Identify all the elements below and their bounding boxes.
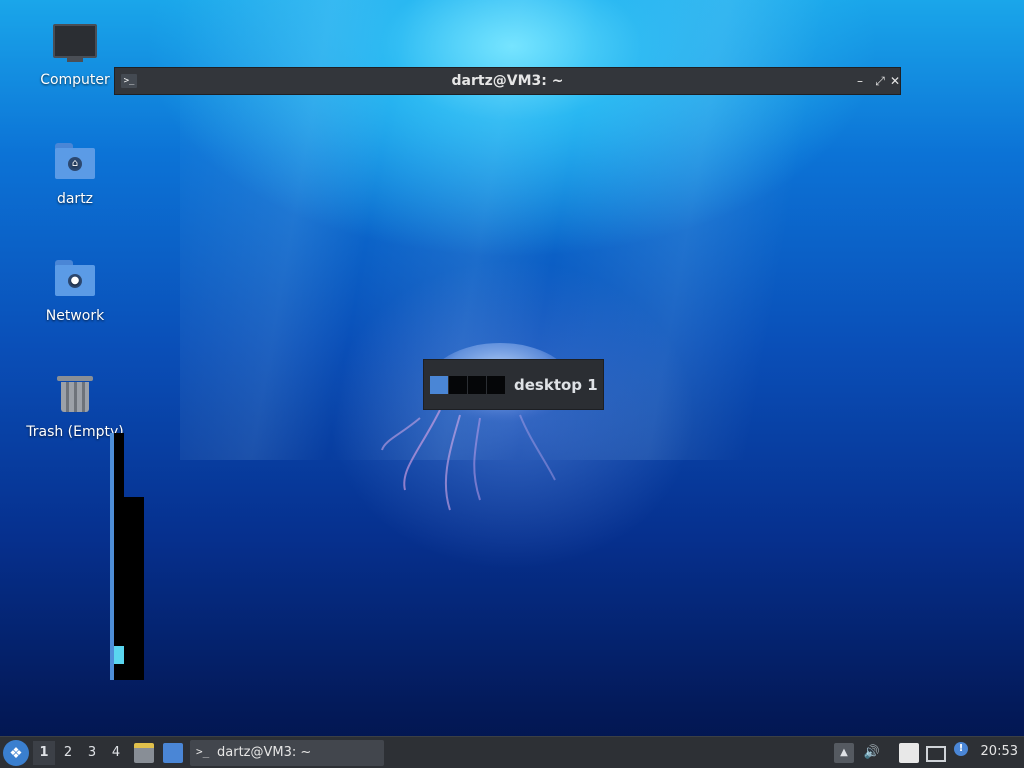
workspace-thumb-4 <box>487 375 505 394</box>
maximize-button[interactable]: ⤢ <box>872 73 888 89</box>
computer-icon <box>53 24 97 68</box>
workspace-thumb-3 <box>468 375 486 394</box>
network-icon[interactable] <box>926 746 946 762</box>
desktop-icon-trash[interactable]: Trash (Empty) <box>20 372 130 440</box>
window-title: dartz@VM3: ~ <box>451 73 564 89</box>
workspace-button-1[interactable]: 1 <box>33 741 55 765</box>
close-button[interactable]: ✕ <box>890 73 900 89</box>
network-folder-icon: ● <box>53 260 97 304</box>
desktop-icon-label: dartz <box>56 191 94 207</box>
workspace-button-2[interactable]: 2 <box>57 741 79 765</box>
trash-icon <box>53 376 97 420</box>
desktop-icon-label: Network <box>45 308 105 324</box>
terminal-icon: >_ <box>196 745 210 758</box>
start-menu-button[interactable]: ❖ <box>3 740 29 766</box>
home-folder-icon: ⌂ <box>53 143 97 187</box>
workspace-name: desktop 1 <box>514 375 598 394</box>
update-notifier-icon[interactable]: ! <box>954 742 968 756</box>
clock[interactable]: 20:53 <box>981 744 1018 759</box>
workspace-button-3[interactable]: 3 <box>81 741 103 765</box>
workspace-thumb-1 <box>430 375 448 394</box>
minimize-button[interactable]: – <box>852 73 868 89</box>
file-manager-launcher-icon[interactable] <box>134 743 154 763</box>
terminal-body-fragment <box>114 433 124 680</box>
volume-icon[interactable]: 🔊 <box>862 743 882 763</box>
terminal-body-fragment <box>124 497 144 680</box>
workspace-button-4[interactable]: 4 <box>105 741 127 765</box>
taskbar: ❖ 1 2 3 4 >_ dartz@VM3: ~ ▲ 🔊 ! 20:53 <box>0 736 1024 768</box>
task-label: dartz@VM3: ~ <box>217 745 312 760</box>
terminal-window-titlebar[interactable]: >_ dartz@VM3: ~ – ⤢ ✕ <box>114 67 901 95</box>
tray-expand-arrow-icon[interactable]: ▲ <box>834 743 854 763</box>
show-desktop-icon[interactable] <box>163 743 183 763</box>
clipboard-icon[interactable] <box>899 743 919 763</box>
taskbar-task-terminal[interactable]: >_ dartz@VM3: ~ <box>190 740 384 766</box>
desktop-icon-home-folder[interactable]: ⌂ dartz <box>20 139 130 207</box>
desktop-icon-network[interactable]: ● Network <box>20 256 130 324</box>
workspace-switcher-osd: desktop 1 <box>423 359 604 410</box>
workspace-thumb-2 <box>449 375 467 394</box>
terminal-cursor <box>114 646 124 664</box>
